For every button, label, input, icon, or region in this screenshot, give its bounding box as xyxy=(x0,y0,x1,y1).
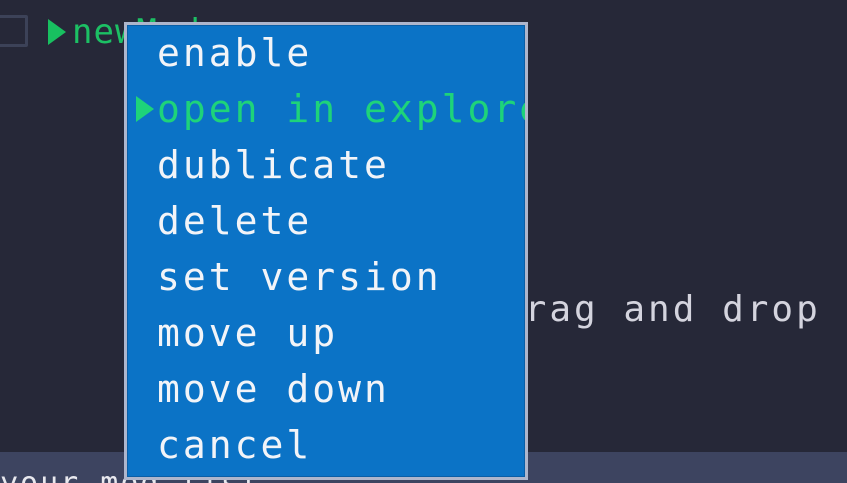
menu-item-open-in-explorer[interactable]: open in explorer xyxy=(127,83,525,135)
menu-item-cancel[interactable]: cancel xyxy=(127,419,525,471)
menu-item-label: set version xyxy=(157,255,442,299)
menu-item-label: enable xyxy=(157,31,313,75)
menu-item-dublicate[interactable]: dublicate xyxy=(127,139,525,191)
menu-item-label: cancel xyxy=(157,423,313,467)
mod-manager-screen: newMod drag and drop zip your mod list e… xyxy=(0,0,847,483)
mod-enable-checkbox[interactable] xyxy=(0,15,28,47)
menu-item-delete[interactable]: delete xyxy=(127,195,525,247)
menu-item-label: delete xyxy=(157,199,313,243)
menu-item-label: open in explorer xyxy=(157,87,525,131)
selection-arrow-icon xyxy=(48,19,66,45)
menu-item-set-version[interactable]: set version xyxy=(127,251,525,303)
menu-item-enable[interactable]: enable xyxy=(127,27,525,79)
menu-item-move-up[interactable]: move up xyxy=(127,307,525,359)
drop-zone-hint: drag and drop zip xyxy=(500,289,847,330)
menu-item-label: move up xyxy=(157,311,339,355)
menu-item-label: dublicate xyxy=(157,143,390,187)
menu-item-label: move down xyxy=(157,367,390,411)
triangle-right-icon xyxy=(136,96,154,122)
menu-item-move-down[interactable]: move down xyxy=(127,363,525,415)
mod-context-menu: enable open in explorer dublicate delete… xyxy=(124,22,528,480)
